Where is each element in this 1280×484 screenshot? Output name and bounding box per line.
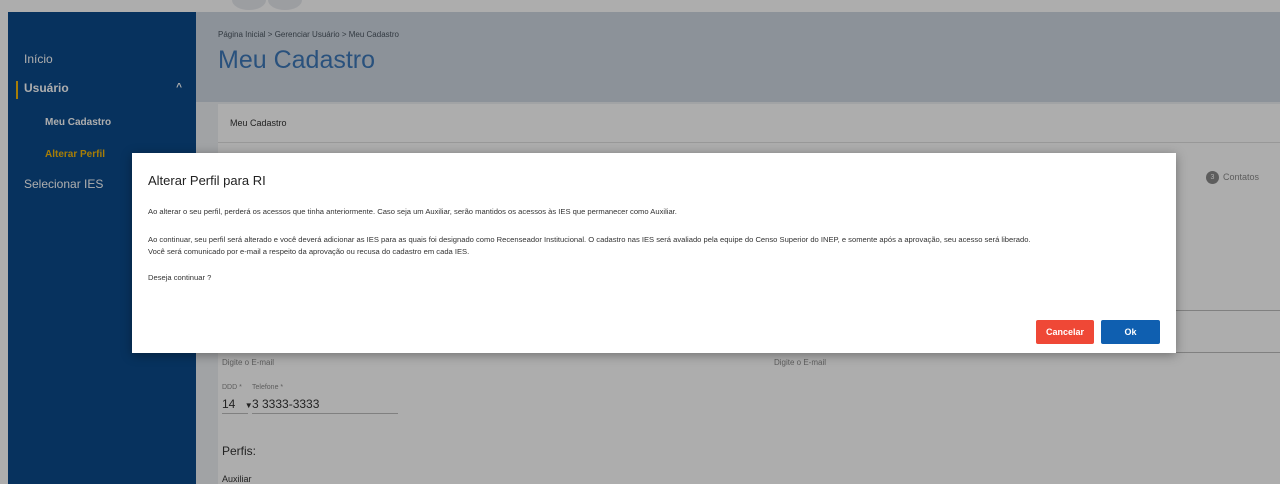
dialog-question: Deseja continuar ? [148,273,212,282]
dialog-title: Alterar Perfil para RI [148,173,266,188]
change-profile-dialog: Alterar Perfil para RI Ao alterar o seu … [132,153,1176,353]
dialog-paragraph-1: Ao alterar o seu perfil, perderá os aces… [148,207,677,216]
ok-button[interactable]: Ok [1101,320,1160,344]
dialog-paragraph-2b: Você será comunicado por e-mail a respei… [148,247,470,256]
cancel-button[interactable]: Cancelar [1036,320,1094,344]
dialog-paragraph-2a: Ao continuar, seu perfil será alterado e… [148,235,1031,244]
